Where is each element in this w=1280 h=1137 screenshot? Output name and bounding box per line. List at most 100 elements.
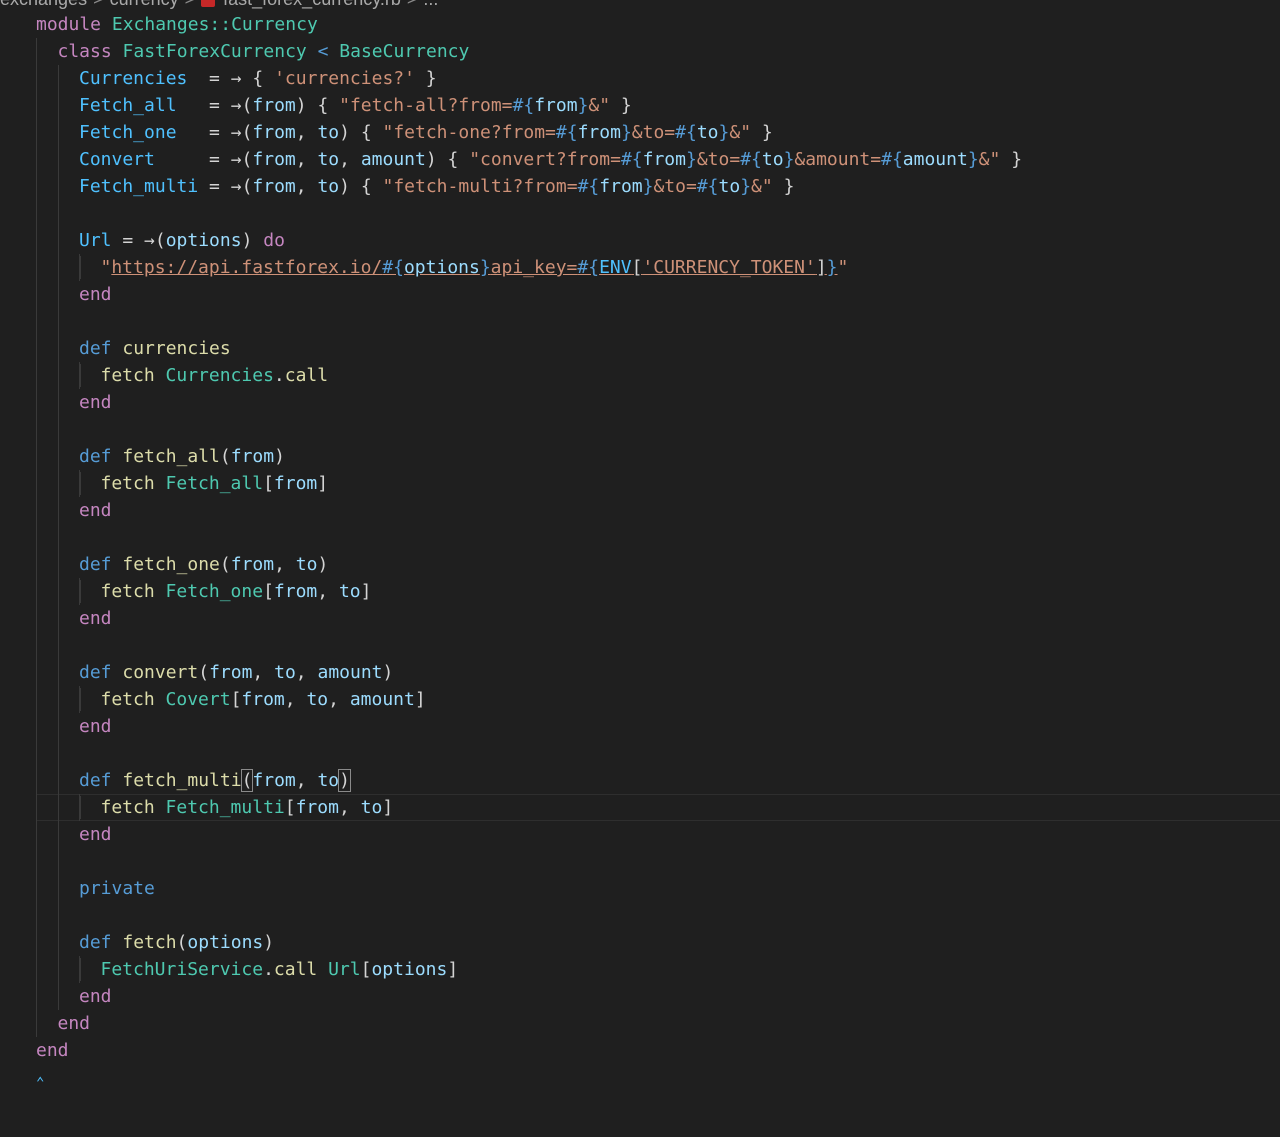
code-token: } — [642, 176, 654, 197]
code-line[interactable]: end — [36, 1037, 69, 1064]
code-token: end — [79, 986, 112, 1007]
code-token: Exchanges::Currency — [111, 14, 318, 35]
code-token: from — [241, 689, 285, 710]
code-token: , — [317, 581, 339, 602]
code-line[interactable]: def fetch_all(from) — [79, 443, 285, 470]
code-token: , — [338, 797, 361, 818]
code-token: Currencies — [79, 68, 188, 89]
code-line[interactable]: fetch Fetch_one[from, to] — [101, 578, 372, 605]
code-token: . — [263, 959, 274, 980]
code-line[interactable]: fetch Covert[from, to, amount] — [101, 686, 426, 713]
code-token: from — [230, 554, 275, 575]
code-token: &to= — [696, 149, 741, 170]
code-line[interactable]: end — [79, 281, 112, 308]
code-token: ENV — [599, 257, 632, 278]
code-line[interactable]: end — [58, 1010, 91, 1037]
code-token: "convert?from= — [469, 149, 621, 170]
code-editor[interactable]: module Exchanges::Currency class FastFore… — [0, 11, 1280, 1091]
code-line[interactable]: end — [79, 605, 112, 632]
code-token: #{ — [696, 176, 719, 197]
code-token: call — [273, 959, 318, 980]
code-line[interactable]: def fetch_one(from, to) — [79, 551, 328, 578]
code-token: end — [57, 1013, 91, 1034]
code-line[interactable]: def convert(from, to, amount) — [79, 659, 393, 686]
code-line[interactable]: end — [79, 389, 112, 416]
code-line[interactable]: Fetch_multi = →(from, to) { "fetch-multi… — [79, 173, 794, 200]
code-token: to — [696, 122, 719, 143]
code-token: from — [252, 95, 296, 116]
code-token: " — [837, 257, 849, 278]
code-token: #{ — [577, 176, 600, 197]
code-line[interactable]: def fetch_multi(from, to) — [79, 767, 351, 794]
code-token: , — [295, 176, 318, 197]
code-token: #{ — [620, 149, 643, 170]
code-line[interactable]: FetchUriService.call Url[options] — [101, 956, 459, 983]
code-token: from — [273, 473, 318, 494]
code-line[interactable]: fetch Fetch_all[from] — [101, 470, 329, 497]
breadcrumb-separator: > — [93, 0, 104, 9]
code-line[interactable]: fetch Currencies.call — [101, 362, 329, 389]
code-token: ( — [240, 769, 254, 792]
code-line[interactable]: "https://api.fastforex.io/#{options}api_… — [101, 254, 849, 281]
indent-guide — [57, 65, 59, 1010]
code-line[interactable]: end — [79, 497, 112, 524]
code-token: from — [577, 122, 621, 143]
code-token: api_key= — [490, 257, 578, 278]
indent-guide — [80, 364, 81, 387]
code-line[interactable]: Currencies = → { 'currencies?' } — [79, 65, 437, 92]
breadcrumb: exchanges > currency > fast_forex_currency.r… — [0, 0, 438, 10]
code-token: from — [252, 149, 296, 170]
indent-guide — [80, 256, 81, 279]
code-line[interactable]: module Exchanges::Currency — [36, 11, 318, 38]
code-line[interactable]: end — [79, 821, 112, 848]
code-token: https://api.fastforex.io/ — [111, 257, 383, 278]
code-token: def — [79, 554, 112, 575]
code-token: , — [339, 149, 361, 170]
fold-chevron-icon[interactable]: ⌃ — [36, 1076, 44, 1090]
code-line[interactable]: fetch Fetch_multi[from, to] — [101, 794, 394, 821]
code-token: options — [165, 230, 242, 251]
code-token: #{ — [555, 122, 578, 143]
code-token: fetch_one — [122, 554, 220, 575]
code-line[interactable]: Url = →(options) do — [79, 227, 285, 254]
code-token: ) — [338, 769, 351, 792]
code-line[interactable]: end — [79, 983, 112, 1010]
code-token: = →( — [198, 176, 253, 197]
breadcrumb-item-file[interactable]: fast_forex_currency.rb — [223, 0, 401, 9]
breadcrumb-item-folder[interactable]: exchanges — [0, 0, 87, 9]
code-token: fetch — [100, 581, 155, 602]
code-line[interactable]: Convert = →(from, to, amount) { "convert… — [79, 146, 1022, 173]
code-token: to — [317, 149, 340, 170]
code-token: do — [263, 230, 285, 251]
code-line[interactable]: class FastForexCurrency < BaseCurrency — [58, 38, 470, 65]
code-line[interactable]: end — [79, 713, 112, 740]
code-line[interactable]: Fetch_all = →(from) { "fetch-all?from=#{… — [79, 92, 632, 119]
code-token: . — [273, 365, 285, 386]
code-token: options — [371, 959, 448, 980]
code-line[interactable]: def currencies — [79, 335, 231, 362]
code-line[interactable]: def fetch(options) — [79, 929, 274, 956]
code-line[interactable]: private — [79, 875, 155, 902]
code-token: } — [826, 257, 838, 278]
code-token: ] — [382, 797, 394, 818]
code-token: } — [577, 95, 589, 116]
code-token: ( — [219, 446, 231, 467]
code-token: #{ — [512, 95, 535, 116]
code-token: to — [338, 581, 361, 602]
code-token: , — [328, 689, 350, 710]
code-token: to — [761, 149, 784, 170]
code-token: ( — [176, 932, 188, 953]
breadcrumb-item-more[interactable]: ... — [423, 0, 438, 9]
code-token: from — [209, 662, 253, 683]
code-line[interactable]: Fetch_one = →(from, to) { "fetch-one?fro… — [79, 119, 773, 146]
indent-guide — [80, 580, 81, 603]
code-token: Currencies — [165, 365, 274, 386]
code-token: = →( — [154, 149, 253, 170]
breadcrumb-item-folder[interactable]: currency — [110, 0, 179, 9]
